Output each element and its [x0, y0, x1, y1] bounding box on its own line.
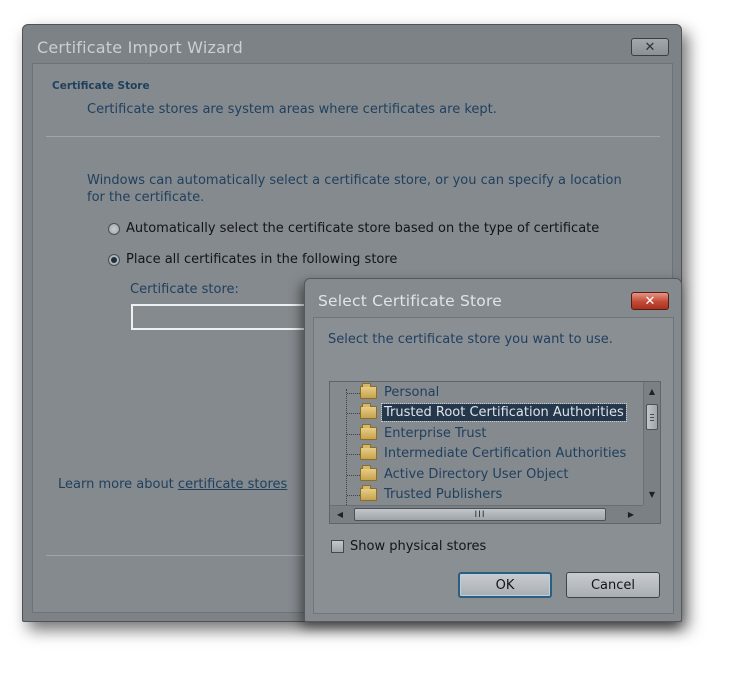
grip-line: [650, 420, 654, 421]
close-icon: ✕: [644, 293, 656, 309]
dialog-close-button[interactable]: ✕: [631, 292, 669, 310]
tree-item-trusted-publishers[interactable]: Trusted Publishers: [330, 485, 640, 504]
radio-place-all-label: Place all certificates in the following …: [126, 252, 398, 267]
certificate-store-label: Certificate store:: [130, 282, 239, 297]
auto-select-description: Windows can automatically select a certi…: [87, 173, 622, 205]
folder-icon: [360, 485, 377, 501]
tree-branch: [347, 413, 360, 414]
certificate-stores-link[interactable]: certificate stores: [178, 477, 287, 492]
show-physical-stores-checkbox[interactable]: [331, 540, 344, 553]
radio-selected-dot: [111, 256, 117, 263]
grip-line: [650, 417, 654, 418]
tree-item-intermediate[interactable]: Intermediate Certification Authorities: [330, 444, 640, 463]
vertical-scrollbar[interactable]: ▲ ▼: [643, 382, 660, 506]
folder-icon: [360, 403, 377, 419]
tree-item-label: Trusted Publishers: [384, 487, 503, 502]
header-separator: [46, 136, 660, 137]
tree-branch: [347, 454, 360, 455]
scroll-up-arrow-icon[interactable]: ▲: [644, 383, 660, 399]
tree-branch: [347, 495, 360, 496]
certificate-store-field[interactable]: [131, 304, 331, 330]
horizontal-scroll-thumb[interactable]: III: [354, 508, 606, 521]
tree-item-label: Personal: [384, 385, 440, 400]
tree-branch: [347, 434, 360, 435]
learn-more-prefix: Learn more about: [58, 477, 178, 492]
show-physical-stores-label: Show physical stores: [350, 539, 487, 554]
cancel-button[interactable]: Cancel: [566, 572, 660, 598]
learn-more-text: Learn more about certificate stores: [58, 477, 287, 492]
horizontal-scroll-grip: III: [474, 509, 486, 520]
show-physical-stores-row[interactable]: Show physical stores: [331, 539, 486, 554]
horizontal-scrollbar[interactable]: ◀ III ▶: [330, 505, 644, 523]
folder-icon: [360, 444, 377, 460]
tree-item-label: Active Directory User Object: [384, 467, 569, 482]
tree-item-enterprise-trust[interactable]: Enterprise Trust: [330, 424, 640, 443]
tree-item-label: Enterprise Trust: [384, 426, 487, 441]
tree-item-label: Intermediate Certification Authorities: [384, 446, 627, 461]
tree-item-trusted-root[interactable]: Trusted Root Certification Authorities: [330, 403, 640, 422]
section-description: Certificate stores are system areas wher…: [87, 102, 497, 117]
dialog-body: Select the certificate store you want to…: [313, 317, 674, 614]
radio-auto-select[interactable]: [108, 222, 120, 235]
tree-item-label: Trusted Root Certification Authorities: [381, 403, 627, 422]
radio-place-all-row[interactable]: Place all certificates in the following …: [108, 252, 397, 267]
close-icon: ✕: [644, 39, 656, 55]
vertical-scroll-thumb[interactable]: [646, 404, 658, 430]
folder-icon: [360, 424, 377, 440]
certificate-store-tree[interactable]: Personal Trusted Root Certification Auth…: [329, 381, 661, 524]
scroll-left-arrow-icon[interactable]: ◀: [332, 506, 348, 523]
grip-line: [650, 414, 654, 415]
scroll-right-arrow-icon[interactable]: ▶: [623, 506, 639, 523]
wizard-close-button[interactable]: ✕: [631, 38, 669, 56]
section-title: Certificate Store: [52, 80, 150, 92]
tree-item-personal[interactable]: Personal: [330, 383, 640, 402]
radio-place-all[interactable]: [108, 253, 120, 266]
tree-branch: [347, 393, 360, 394]
scrollbar-corner: [643, 505, 660, 523]
dialog-title: Select Certificate Store: [318, 292, 502, 310]
folder-icon: [360, 465, 377, 481]
ok-button[interactable]: OK: [458, 572, 552, 598]
tree-item-active-directory[interactable]: Active Directory User Object: [330, 465, 640, 484]
dialog-prompt: Select the certificate store you want to…: [328, 332, 613, 347]
wizard-title: Certificate Import Wizard: [37, 38, 243, 57]
select-certificate-store-dialog: Select Certificate Store ✕ Select the ce…: [304, 278, 682, 622]
tree-branch: [347, 475, 360, 476]
radio-auto-select-label: Automatically select the certificate sto…: [126, 221, 600, 236]
scroll-down-arrow-icon[interactable]: ▼: [644, 486, 660, 502]
radio-auto-select-row[interactable]: Automatically select the certificate sto…: [108, 221, 599, 236]
footer-separator: [46, 555, 306, 556]
folder-icon: [360, 383, 377, 399]
